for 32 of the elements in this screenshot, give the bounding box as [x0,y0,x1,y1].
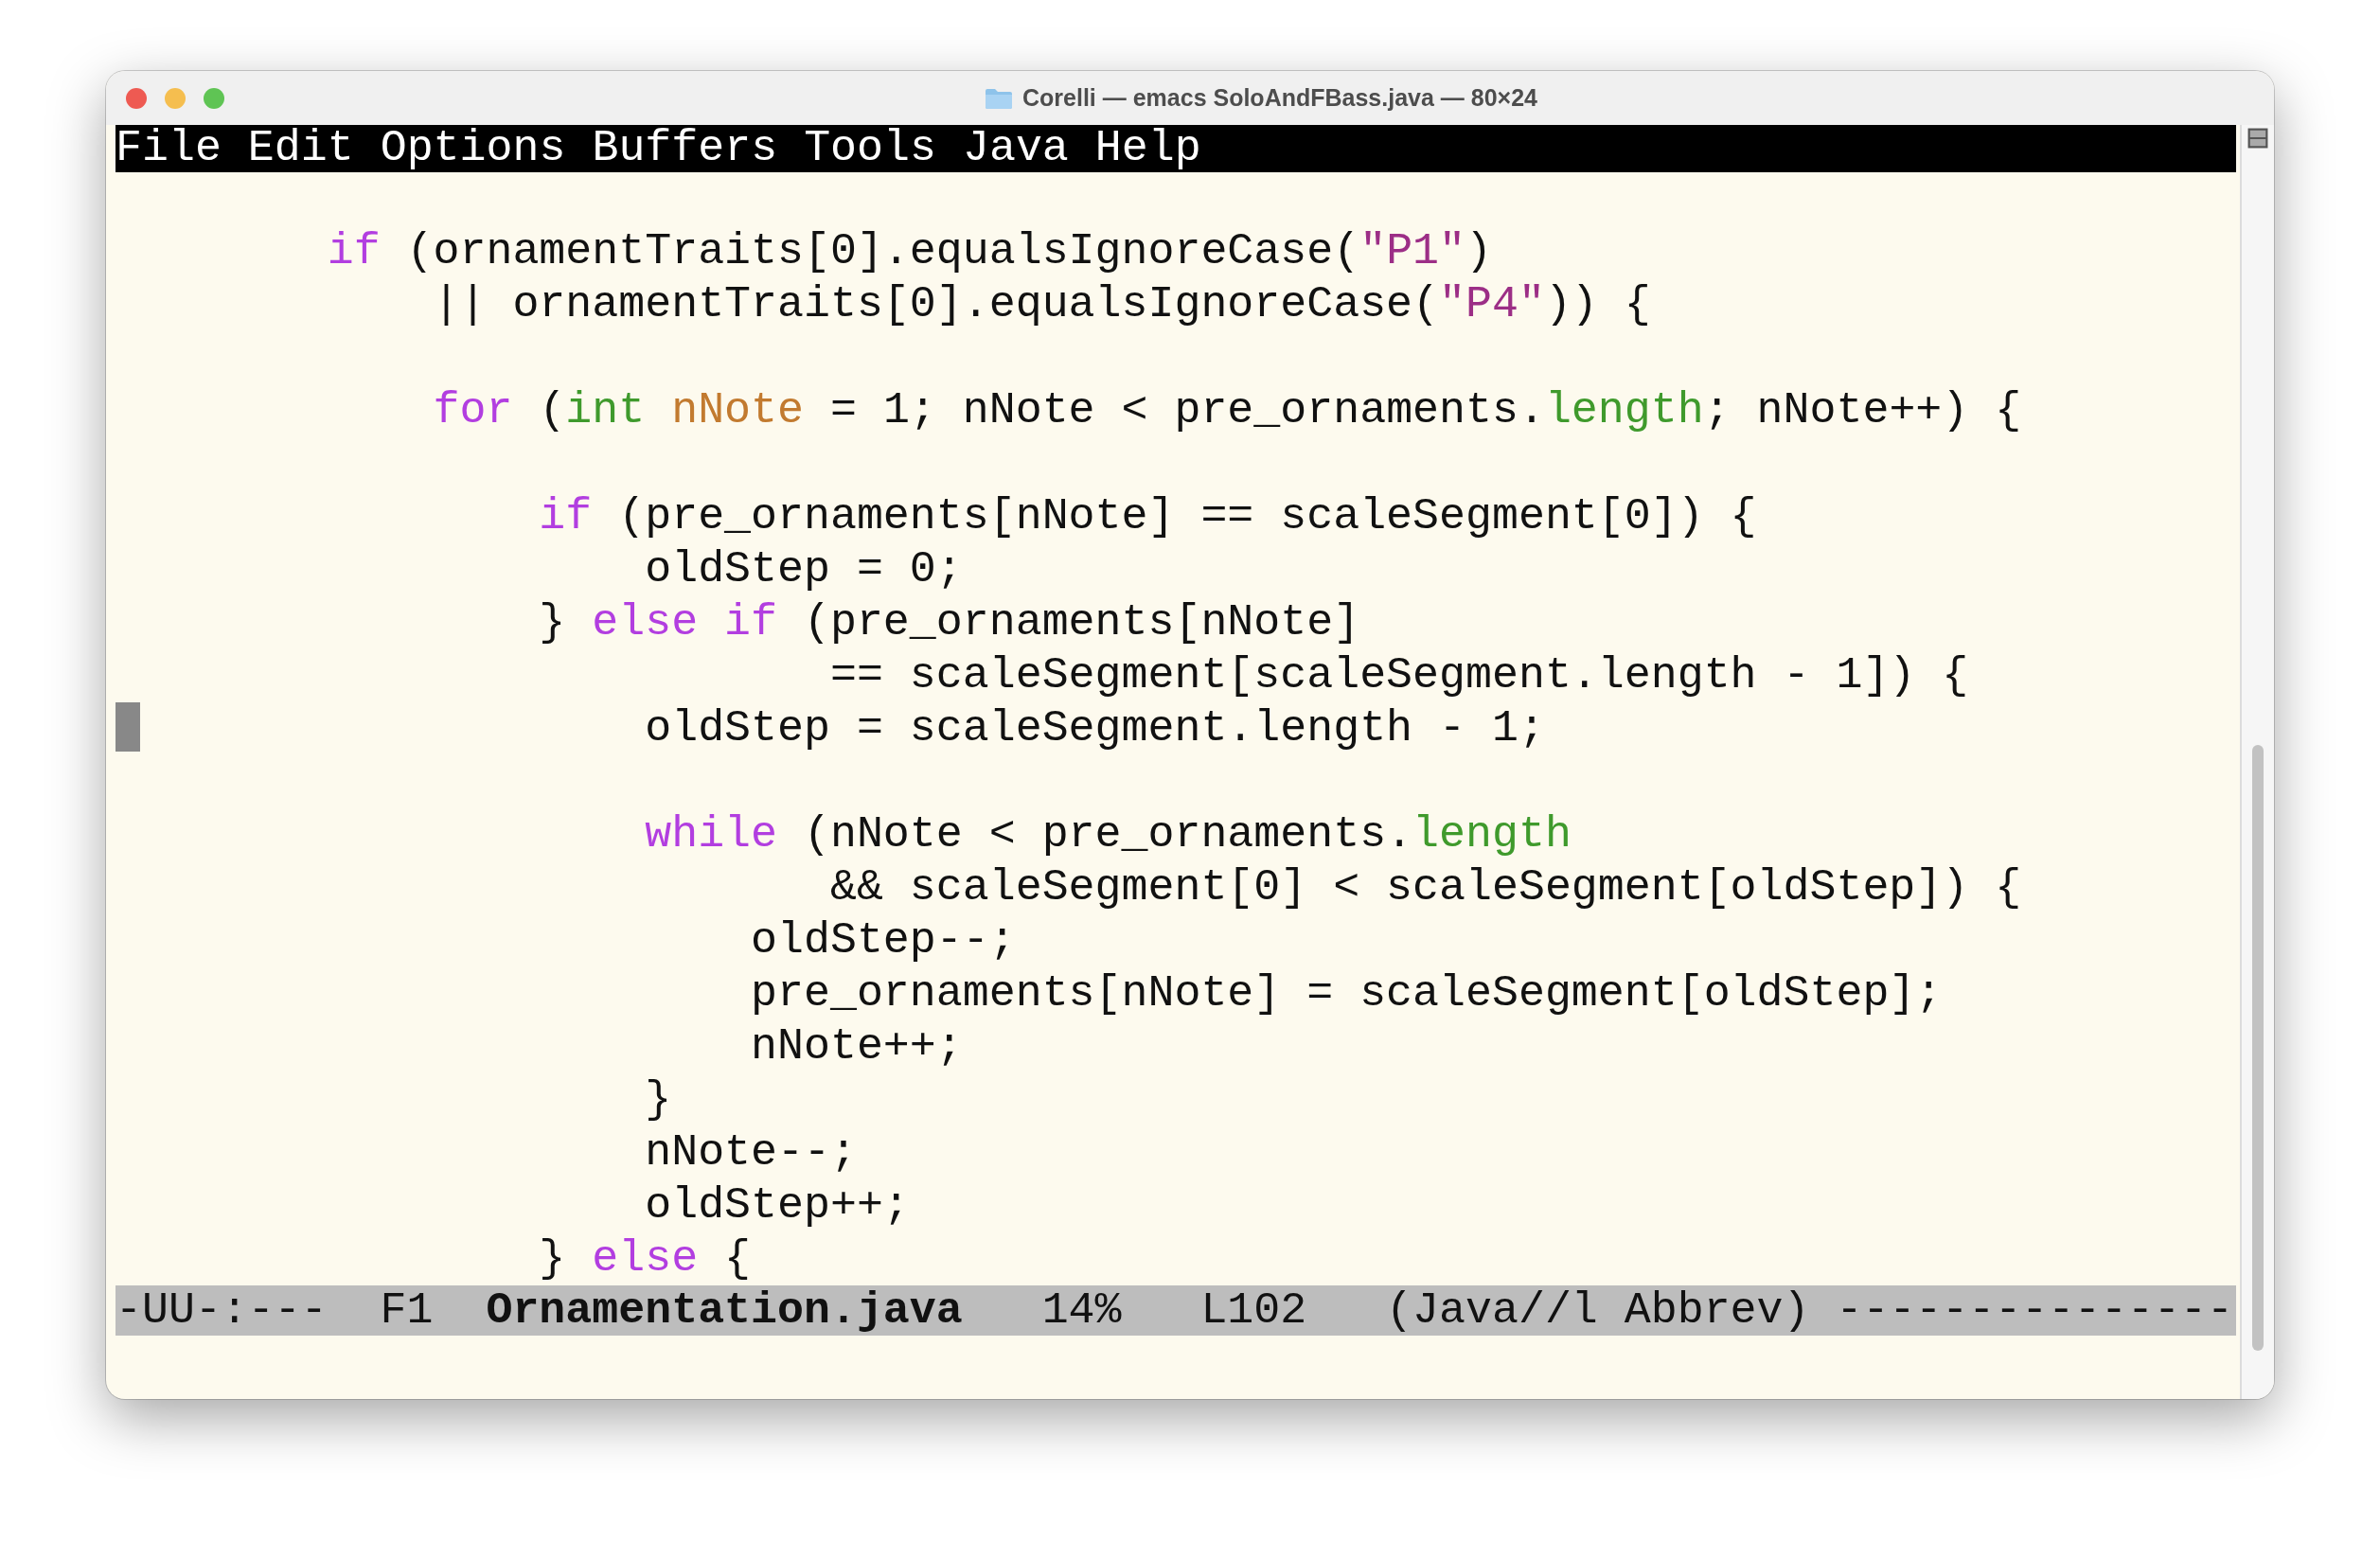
close-button[interactable] [126,87,147,109]
code-line: && scaleSegment[0] < scaleSegment[oldStep]) { [828,862,2022,912]
code-line: nNote--; [644,1127,857,1178]
menu-item[interactable]: Edit [247,125,354,172]
menu-item[interactable]: Help [1094,125,1201,172]
code-line: oldStep = scaleSegment.length - 1; [644,703,1545,753]
scrollbar-thumb[interactable] [2252,745,2265,1351]
menu-item[interactable]: Tools [804,125,936,172]
menu-item[interactable]: Java [962,125,1069,172]
code-line: pre_ornaments[nNote] = scaleSegment[oldStep]; [750,968,1943,1018]
code-line: } [644,1074,672,1125]
code-line: if (ornamentTraits[0].equalsIgnoreCase("P1") [326,226,1492,276]
code-line: oldStep++; [644,1180,910,1231]
code-line: while (nNote < pre_ornaments.length [644,809,1572,859]
split-window-icon[interactable] [2247,128,2269,149]
zoom-button[interactable] [204,87,224,109]
menu-item[interactable]: Buffers [592,125,778,172]
minimize-button[interactable] [165,87,186,109]
folder-icon [985,86,1013,110]
code-line: == scaleSegment[scaleSegment.length - 1]) { [828,650,1969,700]
code-line: nNote++; [750,1021,963,1072]
window-title: Corelli — emacs SoloAndFBass.java — 80×24 [1022,84,1537,112]
scrollbar[interactable] [2240,125,2274,1399]
code-line: oldStep = 0; [644,544,963,594]
menu-item[interactable]: Options [380,125,566,172]
menu-item[interactable]: File [115,125,222,172]
code-line: oldStep--; [750,915,1016,965]
code-line: } else { [538,1233,752,1284]
code-line: if (pre_ornaments[nNote] == scaleSegment[0]) { [538,491,1757,541]
code-line: || ornamentTraits[0].equalsIgnoreCase("P4")) { [432,279,1651,329]
code-line: for (int nNote = 1; nNote < pre_ornaments.length; nNote++) { [432,385,2022,435]
code-line: } else if (pre_ornaments[nNote] [538,597,1360,647]
